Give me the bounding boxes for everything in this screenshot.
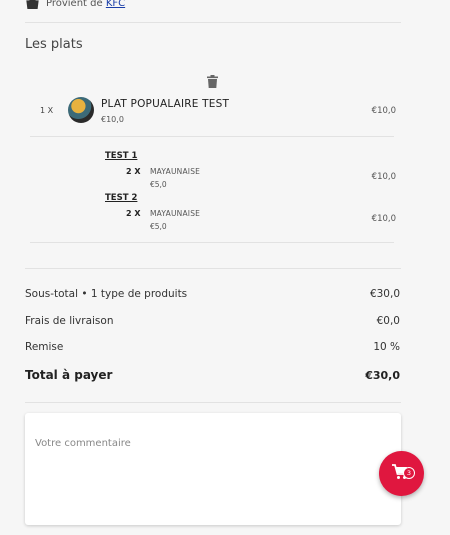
cart-button[interactable]: 3 — [379, 451, 424, 496]
discount-value: 10 % — [373, 341, 400, 353]
delivery-fee-value: €0,0 — [376, 315, 400, 327]
dish-total-price: €10,0 — [371, 106, 396, 116]
section-title: Les plats — [25, 37, 83, 52]
option-name: MAYAUNAISE — [150, 209, 201, 218]
provenance-prefix: Provient de — [46, 0, 103, 9]
subtotal-value: €30,0 — [369, 288, 400, 300]
divider — [25, 402, 401, 403]
divider — [25, 22, 401, 23]
divider — [30, 136, 394, 137]
dish-thumbnail — [68, 97, 94, 123]
comment-input[interactable] — [25, 413, 401, 525]
total-value: €30,0 — [365, 369, 400, 382]
option-total-price: €10,0 — [371, 214, 396, 224]
subtotal-label: Sous-total • 1 type de produits — [25, 288, 188, 300]
total-label: Total à payer — [25, 368, 113, 382]
option-unit-price: €5,0 — [150, 222, 167, 231]
dish-name: PLAT POPUALAIRE TEST — [101, 98, 230, 110]
shopping-bag-icon — [26, 0, 39, 10]
dish-unit-price: €10,0 — [101, 115, 124, 124]
option-name: MAYAUNAISE — [150, 167, 201, 176]
trash-icon[interactable] — [207, 73, 218, 88]
provenance-text: Provient de KFC — [46, 0, 125, 9]
option-group-title: TEST 1 — [105, 151, 138, 161]
option-quantity: 2 X — [126, 209, 141, 218]
dish-quantity: 1 X — [40, 106, 54, 115]
option-group-title: TEST 2 — [105, 193, 138, 203]
delivery-fee-label: Frais de livraison — [25, 315, 114, 327]
discount-label: Remise — [25, 341, 64, 353]
option-quantity: 2 X — [126, 167, 141, 176]
divider — [25, 268, 401, 269]
restaurant-link[interactable]: KFC — [106, 0, 125, 9]
divider — [30, 242, 394, 243]
option-total-price: €10,0 — [371, 172, 396, 182]
option-unit-price: €5,0 — [150, 180, 167, 189]
comment-card — [25, 413, 401, 525]
cart-count-badge: 3 — [403, 467, 415, 479]
